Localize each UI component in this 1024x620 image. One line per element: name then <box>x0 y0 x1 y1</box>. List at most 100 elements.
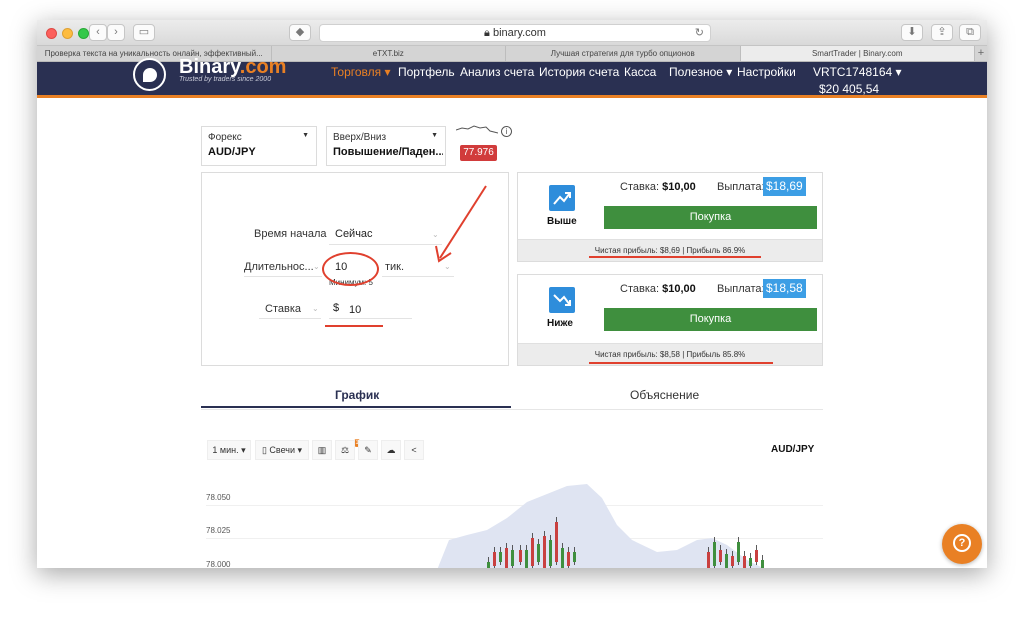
y-tick-label: 78.050 <box>206 493 231 502</box>
browser-tab[interactable]: eTXT.biz <box>272 46 506 61</box>
start-time-underline <box>329 244 442 245</box>
duration-unit-select[interactable]: тик. <box>385 261 404 273</box>
nav-settings[interactable]: Настройки <box>737 65 796 79</box>
candle <box>737 542 740 562</box>
binary-logo-icon[interactable] <box>133 58 166 91</box>
candle <box>511 550 514 566</box>
nav-trading[interactable]: Торговля ▾ <box>331 65 390 79</box>
contract-type-select[interactable]: Вверх/Вниз ▼ Повышение/Паден... <box>326 126 446 166</box>
sidebar-button[interactable]: ▭ <box>133 24 155 41</box>
browser-tab-active[interactable]: SmartTrader | Binary.com <box>740 46 975 61</box>
stake-amount: $10,00 <box>662 283 696 295</box>
browser-tab[interactable]: Лучшая стратегия для турбо опционов <box>506 46 741 61</box>
site-header: Binary.com Trusted by traders since 2000… <box>37 56 987 98</box>
stake-input-underline <box>329 318 412 319</box>
nav-account-history[interactable]: История счета <box>539 65 619 79</box>
stake-input[interactable]: 10 <box>349 304 361 316</box>
candle <box>519 550 522 562</box>
candle <box>725 554 728 568</box>
address-bar[interactable]: 🔒︎ binary.com ↻ <box>319 24 711 42</box>
contract-direction: Ниже <box>547 318 573 329</box>
trend-down-icon <box>549 287 575 313</box>
account-balance: $20 405,54 <box>819 82 880 96</box>
nav-cashier[interactable]: Касса <box>624 65 656 79</box>
indicators-icon[interactable]: ▥ <box>312 440 332 460</box>
payout-amount: $18,58 <box>763 279 806 298</box>
lock-icon: 🔒︎ <box>484 27 490 39</box>
template-cloud-icon[interactable]: ☁ <box>381 440 401 460</box>
share-icon: ⇪ <box>937 26 947 38</box>
account-id[interactable]: VRTC1748164 ▾ <box>813 65 902 79</box>
candle <box>713 542 716 566</box>
caret-down-icon[interactable]: ⌄ <box>313 262 320 271</box>
chart-symbol: AUD/JPY <box>771 444 815 455</box>
zoom-window-button[interactable] <box>78 28 89 39</box>
annotation-circle <box>322 252 379 286</box>
candle <box>573 552 576 562</box>
browser-window: ‹ › ▭ ◆ 🔒︎ binary.com ↻ ⬇ ⇪ ⧉ Проверка т… <box>37 20 987 568</box>
reload-icon[interactable]: ↻ <box>695 25 704 41</box>
duration-unit-underline <box>382 276 454 277</box>
payout-amount: $18,69 <box>763 177 806 196</box>
contract-direction: Выше <box>547 216 577 227</box>
active-tab-indicator <box>201 406 511 408</box>
shield-icon: ◆ <box>295 26 305 38</box>
payout-label: Выплата: <box>717 181 765 193</box>
candle <box>743 556 746 568</box>
caret-down-icon: ▼ <box>302 132 309 139</box>
logo-text: Binary <box>179 56 240 78</box>
buy-button[interactable]: Покупка <box>604 206 817 229</box>
draw-pencil-icon[interactable]: ✎ <box>358 440 378 460</box>
higher-contract-card: Выше Ставка: $10,00 Выплата: $18,69 Поку… <box>517 172 823 262</box>
chart-type-select[interactable]: ▯ Свечи ▾ <box>255 440 309 460</box>
tabs-icon: ⧉ <box>966 26 974 38</box>
stake-info: Ставка: $10,00 <box>620 283 696 295</box>
stake-info: Ставка: $10,00 <box>620 181 696 193</box>
nav-account-analysis[interactable]: Анализ счета <box>460 65 534 79</box>
compare-icon[interactable]: ⚖ <box>335 440 355 460</box>
share-button[interactable]: ⇪ <box>931 24 953 41</box>
downloads-button[interactable]: ⬇ <box>901 24 923 41</box>
nav-portfolio[interactable]: Портфель <box>398 65 455 79</box>
start-time-label: Время начала <box>254 228 327 240</box>
minimize-window-button[interactable] <box>62 28 73 39</box>
interval-select[interactable]: 1 мин. ▾ <box>207 440 251 460</box>
back-button[interactable]: ‹ <box>89 24 107 41</box>
candle <box>487 562 490 568</box>
stake-type-select[interactable]: Ставка <box>265 303 301 315</box>
candle <box>561 548 564 568</box>
contract-type-label: Вверх/Вниз <box>333 132 387 143</box>
tab-explanation[interactable]: Объяснение <box>630 388 699 402</box>
close-window-button[interactable] <box>46 28 57 39</box>
help-button[interactable]: ? <box>942 524 982 564</box>
stake-label: Ставка: <box>620 181 660 193</box>
tab-chart[interactable]: График <box>335 388 379 402</box>
candle <box>537 544 540 562</box>
y-tick-label: 78.000 <box>206 560 231 568</box>
payout-label: Выплата: <box>717 283 765 295</box>
contract-type-value: Повышение/Паден... <box>333 146 443 158</box>
candle <box>499 552 502 562</box>
market-label: Форекс <box>208 132 242 143</box>
forward-button[interactable]: › <box>107 24 125 41</box>
share-icon[interactable]: < <box>404 440 424 460</box>
tab-overview-button[interactable]: ⧉ <box>959 24 981 41</box>
candle <box>755 550 758 562</box>
annotation-underline <box>589 362 773 364</box>
info-icon[interactable]: i <box>501 126 512 137</box>
new-tab-button[interactable]: + <box>975 46 987 61</box>
logo-domain: .com <box>239 56 287 78</box>
nav-resources[interactable]: Полезное ▾ <box>669 65 732 79</box>
start-time-value[interactable]: Сейчас <box>335 228 373 240</box>
buy-button[interactable]: Покупка <box>604 308 817 331</box>
caret-down-icon[interactable]: ⌄ <box>312 304 319 313</box>
candlestick-chart <box>437 484 764 568</box>
market-select[interactable]: Форекс ▼ AUD/JPY <box>201 126 317 166</box>
candle <box>731 556 734 566</box>
stake-type-underline <box>259 318 321 319</box>
candle <box>761 560 764 568</box>
candle <box>543 536 546 568</box>
reader-shield-button[interactable]: ◆ <box>289 24 311 41</box>
candle <box>707 552 710 568</box>
currency-symbol: $ <box>333 302 340 314</box>
